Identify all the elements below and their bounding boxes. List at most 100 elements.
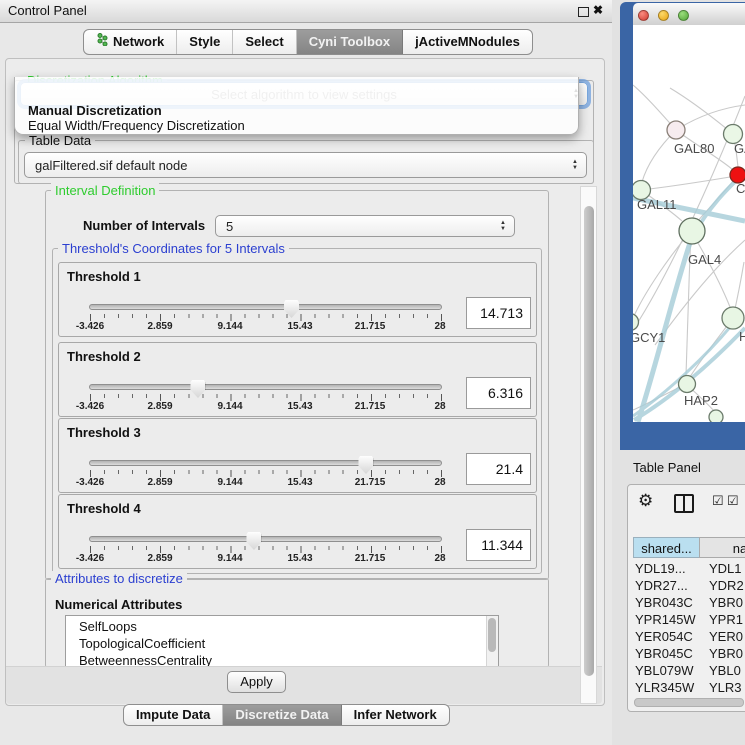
tab-impute-data-label: Impute Data [136, 705, 210, 725]
threshold-1-slider[interactable] [89, 304, 442, 310]
table-row[interactable]: YBL079WYBL0 [633, 662, 745, 679]
zoom-traffic-light-icon[interactable] [678, 10, 689, 21]
checkbox-icon[interactable]: ☑ [727, 493, 739, 509]
tick-label: -3.426 [58, 477, 122, 488]
table-row[interactable]: YPR145WYPR1 [633, 611, 745, 628]
numerical-attributes-list[interactable]: SelfLoops TopologicalCoefficient Between… [65, 615, 499, 667]
cell[interactable]: YLR345W [633, 679, 703, 696]
threshold-4-value-field[interactable]: 11.344 [466, 529, 531, 561]
threshold-3-panel: Threshold 3 -3.426 2.859 9.144 15.43 21.… [58, 418, 537, 493]
tab-impute-data[interactable]: Impute Data [124, 705, 223, 725]
minimize-traffic-light-icon[interactable] [658, 10, 669, 21]
interval-definition-group-title: Interval Definition [51, 183, 159, 198]
node-table[interactable]: YDL19...YDL1 YDR27...YDR2 YBR043CYBR0 YP… [633, 560, 745, 698]
tick-label: 28 [408, 477, 472, 488]
tick-marks [90, 394, 442, 401]
cell[interactable]: YBR045C [633, 645, 703, 662]
tick-label: 21.715 [338, 321, 402, 332]
app-root: Control Panel ✖ Network Style Se [0, 0, 745, 745]
checkbox-icon[interactable]: ☑ [712, 493, 724, 509]
cell[interactable]: YBR0 [703, 645, 743, 662]
threshold-3-slider[interactable] [89, 460, 442, 466]
tick-label: 9.144 [198, 553, 262, 564]
threshold-1-value-field[interactable]: 14.713 [466, 297, 531, 329]
thresholds-group-title: Threshold's Coordinates for 5 Intervals [58, 241, 289, 256]
panel-scrollbar[interactable] [580, 186, 597, 704]
float-window-icon[interactable] [578, 7, 589, 17]
close-traffic-light-icon[interactable] [638, 10, 649, 21]
cell[interactable]: YBR043C [633, 594, 703, 611]
network-view-canvas[interactable]: GAL80 GA C GAL11 GAL4 GCY1 H HAP2 [633, 25, 745, 422]
network-node[interactable] [722, 307, 744, 329]
list-item[interactable]: TopologicalCoefficient [66, 635, 498, 652]
cell[interactable]: YBR0 [703, 594, 743, 611]
column-header-shared-name[interactable]: shared... [633, 537, 700, 558]
tab-style[interactable]: Style [177, 30, 233, 54]
network-node-hap2[interactable] [679, 376, 696, 393]
algorithm-dropdown-popup: Manual Discretization Equal Width/Freque… [14, 77, 579, 135]
cell[interactable]: YDR27... [633, 577, 703, 594]
tick-label: 9.144 [198, 321, 262, 332]
column-header-name[interactable]: name [699, 537, 745, 558]
tab-discretize-data[interactable]: Discretize Data [223, 705, 341, 725]
top-tab-bar: Network Style Select Cyni Toolbox jActiv… [83, 29, 533, 55]
tick-label: 21.715 [338, 553, 402, 564]
table-horizontal-scrollbar[interactable] [634, 698, 745, 706]
cell[interactable]: YBL079W [633, 662, 703, 679]
network-node-gcy1[interactable] [633, 314, 639, 331]
tick-label: 9.144 [198, 477, 262, 488]
tab-select[interactable]: Select [233, 30, 296, 54]
cell[interactable]: YPR145W [633, 611, 703, 628]
tab-infer-network[interactable]: Infer Network [342, 705, 449, 725]
cell[interactable]: YDR2 [703, 577, 744, 594]
close-icon[interactable]: ✖ [593, 3, 603, 17]
cell[interactable]: YDL1 [703, 560, 742, 577]
threshold-2-value-field[interactable]: 6.316 [466, 377, 531, 409]
table-row[interactable]: YLR345WYLR3 [633, 679, 745, 696]
number-of-intervals-combobox[interactable]: 5 ▲▼ [215, 215, 515, 237]
threshold-3-value-field[interactable]: 21.4 [466, 453, 531, 485]
list-item[interactable]: SelfLoops [66, 616, 498, 635]
tab-jactivemnodules[interactable]: jActiveMNodules [403, 30, 532, 54]
network-node[interactable] [709, 410, 723, 422]
gear-icon[interactable]: ⚙ [638, 491, 653, 511]
tab-style-label: Style [189, 30, 220, 54]
network-node-gal80[interactable] [667, 121, 685, 139]
list-scrollbar[interactable] [486, 616, 498, 666]
cell[interactable]: YPR1 [703, 611, 743, 628]
table-row[interactable]: YBR045CYBR0 [633, 645, 745, 662]
algorithm-option-manual[interactable]: Manual Discretization [28, 103, 162, 117]
table-row[interactable]: YBR043CYBR0 [633, 594, 745, 611]
tick-label: 2.859 [128, 553, 192, 564]
table-row[interactable]: YDR27...YDR2 [633, 577, 745, 594]
cell[interactable]: YER0 [703, 628, 743, 645]
numerical-attributes-label: Numerical Attributes [55, 597, 182, 612]
apply-button[interactable]: Apply [227, 671, 286, 693]
tab-network[interactable]: Network [84, 30, 177, 54]
network-node-gal4[interactable] [679, 218, 705, 244]
table-row[interactable]: YDL19...YDL1 [633, 560, 745, 577]
threshold-2-label: Threshold 2 [67, 349, 141, 364]
tab-cyni-toolbox[interactable]: Cyni Toolbox [297, 30, 403, 54]
split-columns-icon[interactable] [674, 494, 694, 513]
cell[interactable]: YDL19... [633, 560, 703, 577]
threshold-3-label: Threshold 3 [67, 425, 141, 440]
threshold-4-slider[interactable] [89, 536, 442, 542]
threshold-2-slider[interactable] [89, 384, 442, 390]
list-item[interactable]: BetweennessCentrality [66, 652, 498, 667]
number-of-intervals-label: Number of Intervals [83, 218, 205, 233]
tick-label: 21.715 [338, 477, 402, 488]
tick-label: -3.426 [58, 553, 122, 564]
cell[interactable]: YLR3 [703, 679, 742, 696]
control-panel-titlebar: Control Panel ✖ [0, 0, 612, 23]
node-label-gal80: GAL80 [674, 141, 714, 156]
algorithm-option-equal-width[interactable]: Equal Width/Frequency Discretization [28, 118, 245, 132]
threshold-1-panel: Threshold 1 -3.426 2.859 9.144 15.43 21.… [58, 262, 537, 337]
cell[interactable]: YER054C [633, 628, 703, 645]
tick-marks [90, 314, 442, 321]
tick-label: 15.43 [268, 321, 332, 332]
tab-infer-network-label: Infer Network [354, 705, 437, 725]
table-data-combobox[interactable]: galFiltered.sif default node ▲▼ [24, 152, 587, 178]
table-row[interactable]: YER054CYER0 [633, 628, 745, 645]
cell[interactable]: YBL0 [703, 662, 741, 679]
